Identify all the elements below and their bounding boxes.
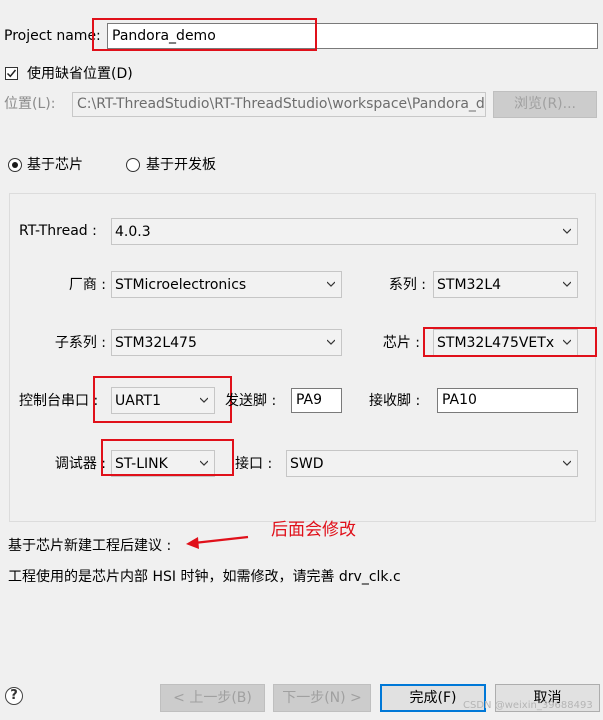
chip-mode-label: 基于芯片 <box>27 157 83 173</box>
subseries-value: STM32L475 <box>115 335 197 351</box>
chevron-down-icon <box>563 228 571 234</box>
highlight-debugger <box>101 439 234 476</box>
rtthread-version-value: 4.0.3 <box>115 224 151 240</box>
tx-pin-input[interactable]: PA9 <box>291 388 342 413</box>
highlight-console-uart <box>93 376 232 423</box>
back-button[interactable]: < 上一步(B) <box>160 684 265 712</box>
series-label: 系列 : <box>388 277 426 293</box>
use-default-location-checkbox[interactable] <box>5 67 18 80</box>
advice-message: 工程使用的是芯片内部 HSI 时钟，如需修改，请完善 drv_clk.c <box>8 569 401 585</box>
advice-title: 基于芯片新建工程后建议 : <box>8 538 172 554</box>
rx-pin-label: 接收脚 : <box>369 393 421 409</box>
debugger-label: 调试器 : <box>54 456 106 472</box>
vendor-value: STMicroelectronics <box>115 277 247 293</box>
tx-pin-label: 发送脚 : <box>225 393 277 409</box>
chevron-down-icon <box>563 281 571 287</box>
vendor-select[interactable]: STMicroelectronics <box>111 271 342 298</box>
console-uart-label: 控制台串口 : <box>19 393 99 409</box>
subseries-select[interactable]: STM32L475 <box>111 329 342 356</box>
vendor-label: 厂商 : <box>68 277 106 293</box>
use-default-location-label: 使用缺省位置(D) <box>27 66 133 82</box>
rx-pin-input[interactable]: PA10 <box>437 388 578 413</box>
chip-label: 芯片 : <box>382 335 420 351</box>
radio-selected-dot <box>12 162 18 168</box>
rtthread-label: RT-Thread : <box>19 223 97 239</box>
subseries-label: 子系列 : <box>54 335 106 351</box>
help-icon[interactable]: ? <box>5 687 23 705</box>
annotation-text: 后面会修改 <box>271 520 356 540</box>
rtthread-version-select[interactable]: 4.0.3 <box>111 218 578 245</box>
location-input[interactable]: C:\RT-ThreadStudio\RT-ThreadStudio\works… <box>72 92 486 117</box>
chevron-down-icon <box>327 339 335 345</box>
chevron-down-icon <box>327 281 335 287</box>
series-select[interactable]: STM32L4 <box>433 271 578 298</box>
chip-mode-radio[interactable] <box>8 158 22 172</box>
next-button[interactable]: 下一步(N) > <box>273 684 371 712</box>
board-mode-radio[interactable] <box>126 158 140 172</box>
browse-button[interactable]: 浏览(R)... <box>493 91 597 118</box>
watermark: CSDN @weixin_39688493 <box>463 700 593 711</box>
interface-value: SWD <box>290 456 324 472</box>
board-mode-label: 基于开发板 <box>146 157 216 173</box>
chevron-down-icon <box>563 460 571 466</box>
arrow-left-icon <box>186 535 249 549</box>
highlight-project-name <box>92 18 317 51</box>
interface-label: 接口 : <box>235 456 273 472</box>
interface-select[interactable]: SWD <box>286 450 578 477</box>
highlight-chip <box>423 327 597 357</box>
location-label: 位置(L): <box>4 96 56 112</box>
project-name-label: Project name: <box>4 28 101 44</box>
checkmark-icon <box>6 69 17 78</box>
series-value: STM32L4 <box>437 277 502 293</box>
